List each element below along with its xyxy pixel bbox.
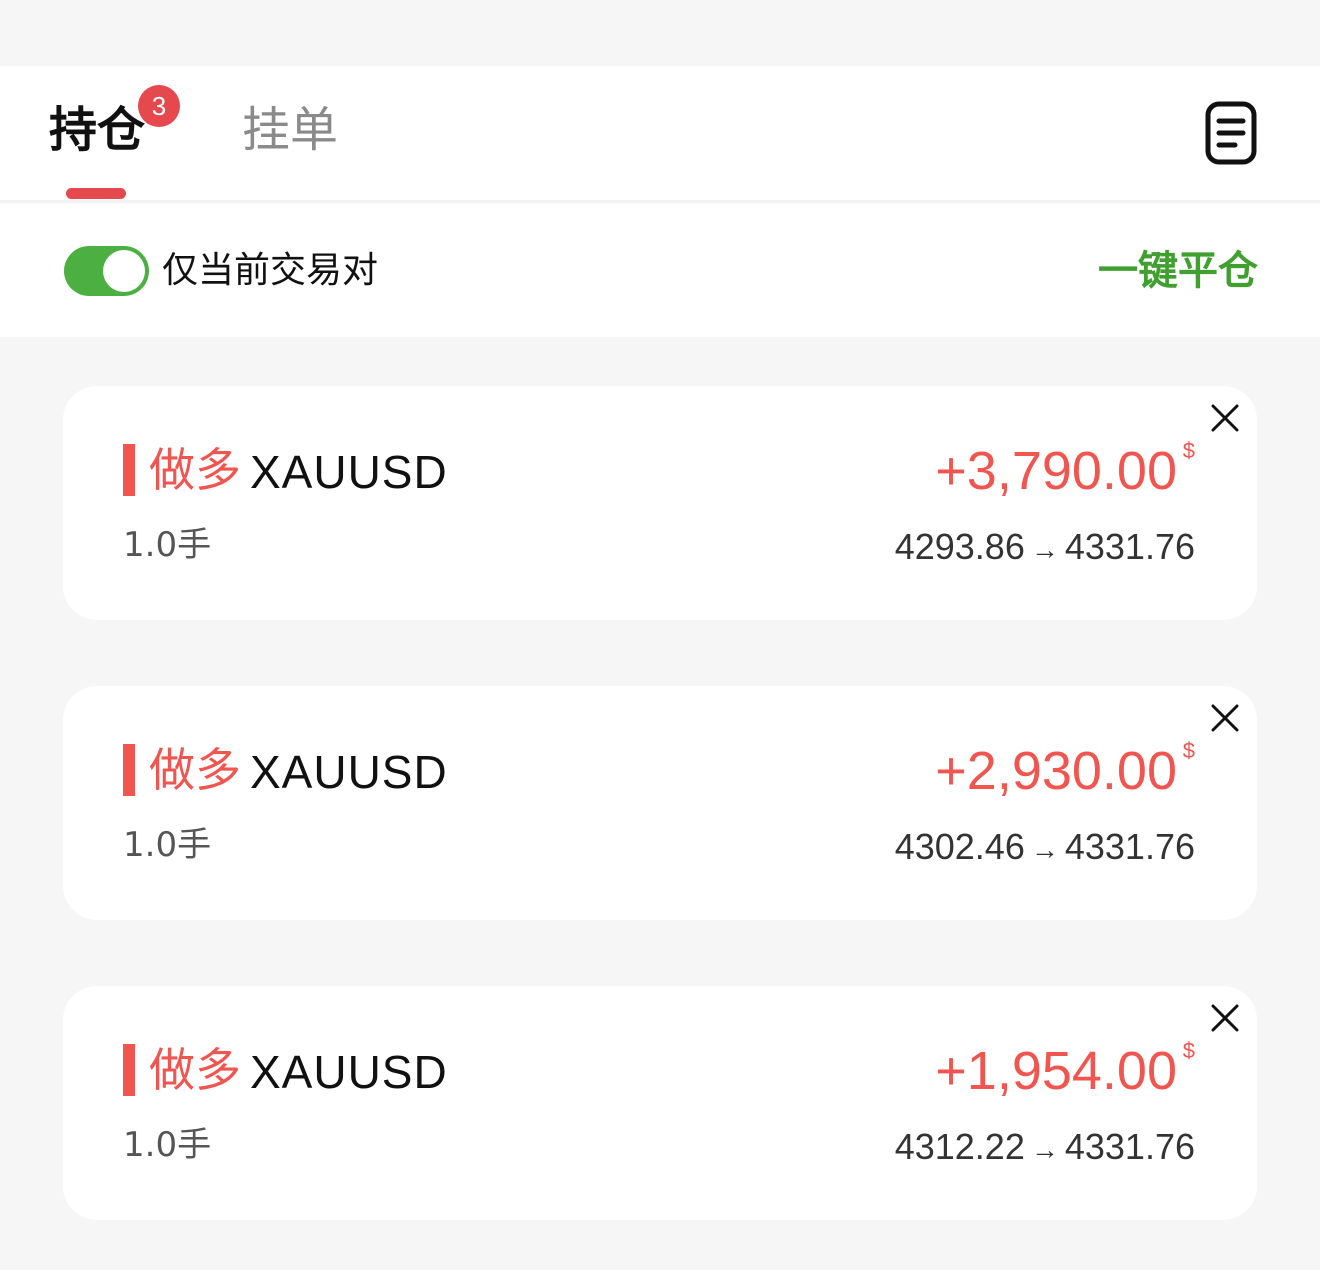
pnl-currency: $ <box>1182 1038 1195 1063</box>
close-position-icon[interactable] <box>1211 704 1239 732</box>
tab-header <box>0 66 1320 203</box>
position-card[interactable]: 做多 XAUUSD 1.0手 +3,790.00 $ 4293.86 → 4331.… <box>63 386 1257 620</box>
current-price: 4331.76 <box>1064 526 1195 567</box>
open-price: 4293.86 <box>894 526 1025 567</box>
position-lots: 1.0手 <box>123 825 212 865</box>
open-price: 4302.46 <box>894 826 1025 867</box>
current-price: 4331.76 <box>1064 826 1195 867</box>
position-side: 做多 <box>149 743 241 797</box>
order-history-icon[interactable] <box>1205 101 1257 165</box>
close-position-icon[interactable] <box>1211 1004 1239 1032</box>
long-side-marker <box>123 444 135 496</box>
pnl-currency: $ <box>1182 738 1195 763</box>
long-side-marker <box>123 1044 135 1096</box>
current-pair-only-label: 仅当前交易对 <box>162 250 379 291</box>
open-price: 4312.22 <box>894 1126 1025 1167</box>
position-pnl: +1,954.00 <box>935 1041 1177 1101</box>
arrow-right-icon: → <box>1030 834 1059 865</box>
position-pnl: +2,930.00 <box>935 741 1177 801</box>
position-side: 做多 <box>149 1043 241 1097</box>
position-side: 做多 <box>149 443 241 497</box>
tab-pending-orders[interactable]: 挂单 <box>242 100 338 160</box>
holdings-count-badge: 3 <box>138 85 180 127</box>
arrow-right-icon: → <box>1030 1134 1059 1165</box>
arrow-right-icon: → <box>1030 534 1059 565</box>
position-prices: 4293.86 → 4331.76 <box>895 526 1195 571</box>
position-symbol: XAUUSD <box>250 446 448 498</box>
position-card[interactable]: 做多 XAUUSD 1.0手 +2,930.00 $ 4302.46 → 4331.… <box>63 686 1257 920</box>
position-symbol: XAUUSD <box>250 1046 448 1098</box>
tab-holdings[interactable]: 持仓 <box>49 100 145 160</box>
position-symbol: XAUUSD <box>250 746 448 798</box>
position-prices: 4312.22 → 4331.76 <box>895 1126 1195 1171</box>
current-price: 4331.76 <box>1064 1126 1195 1167</box>
close-all-button[interactable]: 一键平仓 <box>1098 248 1258 294</box>
position-prices: 4302.46 → 4331.76 <box>895 826 1195 871</box>
pnl-currency: $ <box>1182 438 1195 463</box>
position-lots: 1.0手 <box>123 525 212 565</box>
position-pnl: +3,790.00 <box>935 441 1177 501</box>
position-lots: 1.0手 <box>123 1125 212 1165</box>
current-pair-only-toggle[interactable] <box>64 246 149 296</box>
toggle-knob <box>103 250 145 292</box>
long-side-marker <box>123 744 135 796</box>
close-position-icon[interactable] <box>1211 404 1239 432</box>
position-card[interactable]: 做多 XAUUSD 1.0手 +1,954.00 $ 4312.22 → 4331.… <box>63 986 1257 1220</box>
active-tab-indicator <box>66 188 126 199</box>
status-strip <box>0 0 1320 66</box>
